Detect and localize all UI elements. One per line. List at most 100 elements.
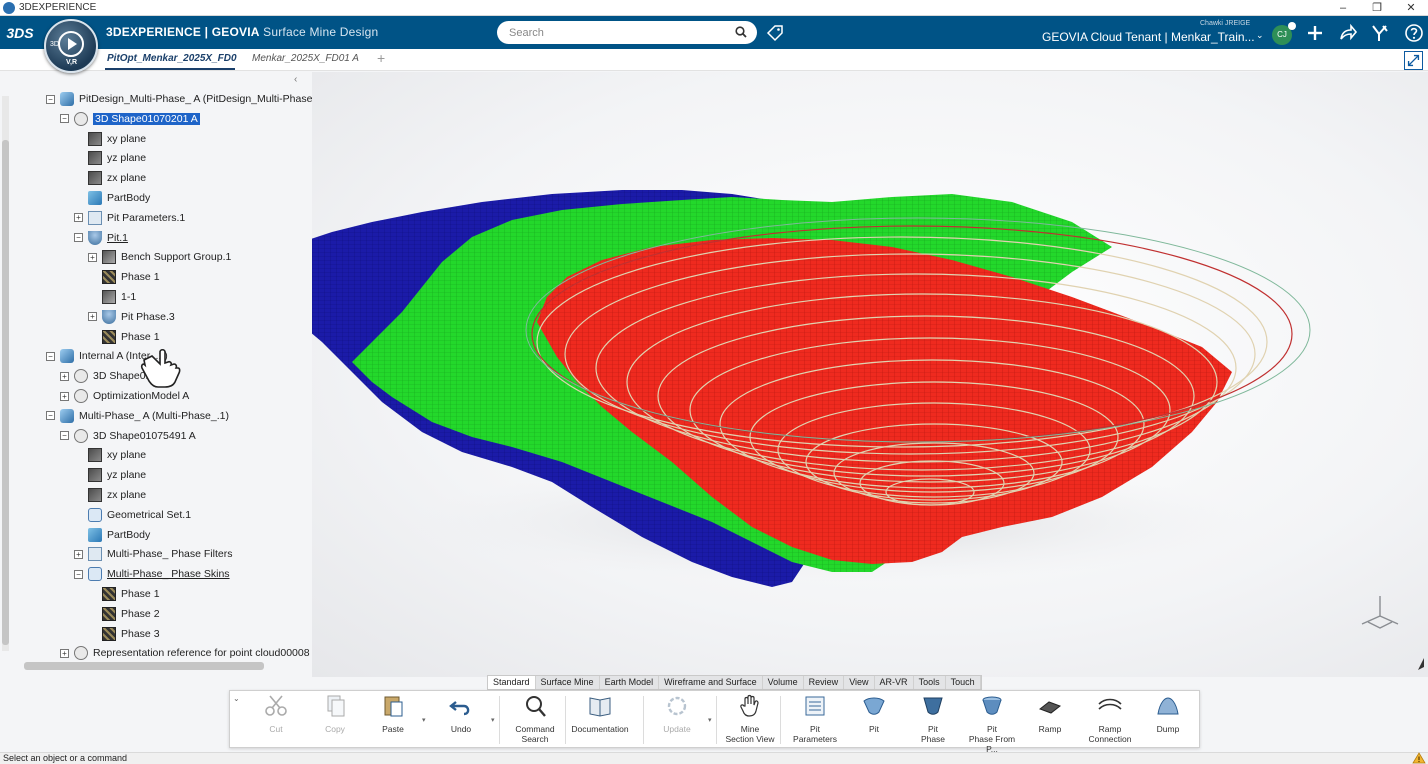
tree-node[interactable]: Geometrical Set.1 <box>74 506 191 524</box>
tree-node[interactable]: xy plane <box>74 130 146 148</box>
tree-expander-button[interactable]: + <box>74 213 83 223</box>
command-tab[interactable]: Volume <box>763 676 804 689</box>
copy-button[interactable]: Copy <box>305 694 365 734</box>
command-tab[interactable]: Wireframe and Surface <box>659 676 763 689</box>
tree-node[interactable]: Phase 3 <box>88 625 160 643</box>
search-input[interactable] <box>509 26 719 39</box>
tree-node[interactable]: + Pit Parameters.1 <box>74 209 185 227</box>
tree-expander-button[interactable]: + <box>88 252 97 262</box>
ds-logo-icon[interactable]: 3DS <box>6 19 34 47</box>
tree-node-label[interactable]: Phase 1 <box>121 331 160 343</box>
tree-node-label[interactable]: PartBody <box>107 529 150 541</box>
tree-node[interactable]: zx plane <box>74 169 146 187</box>
warning-icon[interactable] <box>1412 752 1426 764</box>
axis-triad-icon[interactable] <box>1358 592 1402 632</box>
tree-node[interactable]: Phase 2 <box>88 605 160 623</box>
chevron-down-icon[interactable]: ▾ <box>708 716 712 724</box>
tree-collapse-button[interactable]: ‹ <box>294 74 297 85</box>
tree-node-label[interactable]: xy plane <box>107 449 146 461</box>
tree-node-label[interactable]: Phase 3 <box>121 628 160 640</box>
command-tab[interactable]: AR-VR <box>875 676 914 689</box>
tree-node-label[interactable]: Bench Support Group.1 <box>121 251 231 263</box>
3d-viewport[interactable] <box>312 72 1428 677</box>
scissors-button[interactable]: Cut <box>246 694 306 734</box>
minimize-button[interactable]: – <box>1326 0 1360 16</box>
expand-icon[interactable] <box>1404 51 1423 70</box>
chevron-down-icon[interactable]: ⌄ <box>1256 30 1264 41</box>
tree-node[interactable]: + Representation reference for point clou… <box>60 644 310 662</box>
command-tab[interactable]: View <box>844 676 875 689</box>
tree-expander-button[interactable]: + <box>60 648 69 658</box>
tree-node-label[interactable]: yz plane <box>107 152 146 164</box>
tenant-selector[interactable]: GEOVIA Cloud Tenant | Menkar_Train... <box>1042 30 1255 44</box>
tree-node-label[interactable]: Phase 1 <box>121 271 160 283</box>
add-tab-button[interactable]: + <box>377 50 385 66</box>
dump-button[interactable]: Dump <box>1138 694 1198 734</box>
tree-node[interactable]: Phase 1 <box>88 328 160 346</box>
tree-node-label[interactable]: Pit Phase.3 <box>121 311 175 323</box>
tab-menkar-fd01[interactable]: Menkar_2025X_FD01 A <box>252 53 359 64</box>
tree-node[interactable]: Phase 1 <box>88 268 160 286</box>
pit-parameters-button[interactable]: Pit Parameters <box>785 694 845 744</box>
pit-model[interactable] <box>312 72 1428 677</box>
tree-expander-button[interactable]: − <box>60 431 69 441</box>
command-tab[interactable]: Touch <box>946 676 981 689</box>
close-button[interactable]: ✕ <box>1394 0 1428 16</box>
paste-button[interactable]: Paste <box>363 694 423 734</box>
tree-node[interactable]: + Multi-Phase_ Phase Filters <box>74 545 232 563</box>
hand-button[interactable]: Mine Section View <box>720 694 780 744</box>
update-button[interactable]: Update <box>647 694 707 734</box>
tree-horizontal-scrollbar[interactable] <box>24 662 264 670</box>
tree-node[interactable]: + Bench Support Group.1 <box>88 248 231 266</box>
command-tab[interactable]: Review <box>804 676 845 689</box>
tree-node[interactable]: yz plane <box>74 466 146 484</box>
tree-node-label[interactable]: Phase 2 <box>121 608 160 620</box>
tree-node-label[interactable]: xy plane <box>107 133 146 145</box>
tree-node[interactable]: yz plane <box>74 149 146 167</box>
tree-expander-button[interactable]: − <box>46 351 55 361</box>
tree-node-label[interactable]: Multi-Phase_ A (Multi-Phase_.1) <box>79 410 229 422</box>
compass-icon[interactable]: 3D V,R <box>44 19 98 73</box>
tree-node-label[interactable]: 1-1 <box>121 291 136 303</box>
tree-expander-button[interactable]: − <box>74 233 83 243</box>
ramp-button[interactable]: Ramp <box>1020 694 1080 734</box>
tree-node-label[interactable]: Representation reference for point cloud… <box>93 647 310 659</box>
command-tab[interactable]: Standard <box>488 676 536 689</box>
tree-node[interactable]: 1-1 <box>88 288 136 306</box>
panel-toggle-icon[interactable] <box>1416 656 1426 672</box>
tree-node[interactable]: PartBody <box>74 189 150 207</box>
tree-node[interactable]: + Pit Phase.3 <box>88 308 175 326</box>
tree-node-label[interactable]: zx plane <box>107 172 146 184</box>
pit-phase-from-button[interactable]: Pit Phase From P... <box>962 694 1022 754</box>
tree-node[interactable]: − 3D Shape01075491 A <box>60 427 196 445</box>
tree-node[interactable]: − Multi-Phase_ Phase Skins <box>74 565 230 583</box>
tree-node-label[interactable]: Multi-Phase_ Phase Filters <box>107 548 232 560</box>
tree-node[interactable]: − PitDesign_Multi-Phase_ A (PitDesign_Mul… <box>46 90 312 108</box>
tree-node[interactable]: − 3D Shape01070201 A <box>60 110 200 128</box>
tree-expander-button[interactable]: + <box>60 371 69 381</box>
undo-button[interactable]: Undo <box>431 694 491 734</box>
tree-node-label[interactable]: 3D Shape01075491 A <box>93 430 196 442</box>
chevron-down-icon[interactable]: ⌄ <box>233 694 240 703</box>
tree-node-label[interactable]: Pit.1 <box>107 232 128 244</box>
apps-icon[interactable] <box>1370 23 1390 43</box>
tree-expander-button[interactable]: + <box>74 549 83 559</box>
book-button[interactable]: Documentation <box>570 694 630 734</box>
tree-node-label[interactable]: OptimizationModel A <box>93 390 189 402</box>
command-tab[interactable]: Earth Model <box>600 676 660 689</box>
tree-expander-button[interactable]: − <box>74 569 83 579</box>
tree-node[interactable]: Phase 1 <box>88 585 160 603</box>
pit-phase-button[interactable]: Pit Phase <box>903 694 963 744</box>
command-tab[interactable]: Tools <box>914 676 946 689</box>
chevron-down-icon[interactable]: ▾ <box>491 716 495 724</box>
tab-pitopt-menkar[interactable]: PitOpt_Menkar_2025X_FD0 <box>107 53 237 64</box>
ramp-connection-button[interactable]: Ramp Connection <box>1080 694 1140 744</box>
tree-expander-button[interactable]: − <box>46 411 55 421</box>
tree-node-label[interactable]: PartBody <box>107 192 150 204</box>
tree-node-label[interactable]: Multi-Phase_ Phase Skins <box>107 568 230 580</box>
tree-node[interactable]: PartBody <box>74 526 150 544</box>
tree-node[interactable]: − Pit.1 <box>74 229 128 247</box>
tree-node-label[interactable]: PitDesign_Multi-Phase_ A (PitDesign_Mult… <box>79 93 312 105</box>
tree-node[interactable]: − Multi-Phase_ A (Multi-Phase_.1) <box>46 407 229 425</box>
command-search-button[interactable]: Command Search <box>505 694 565 744</box>
